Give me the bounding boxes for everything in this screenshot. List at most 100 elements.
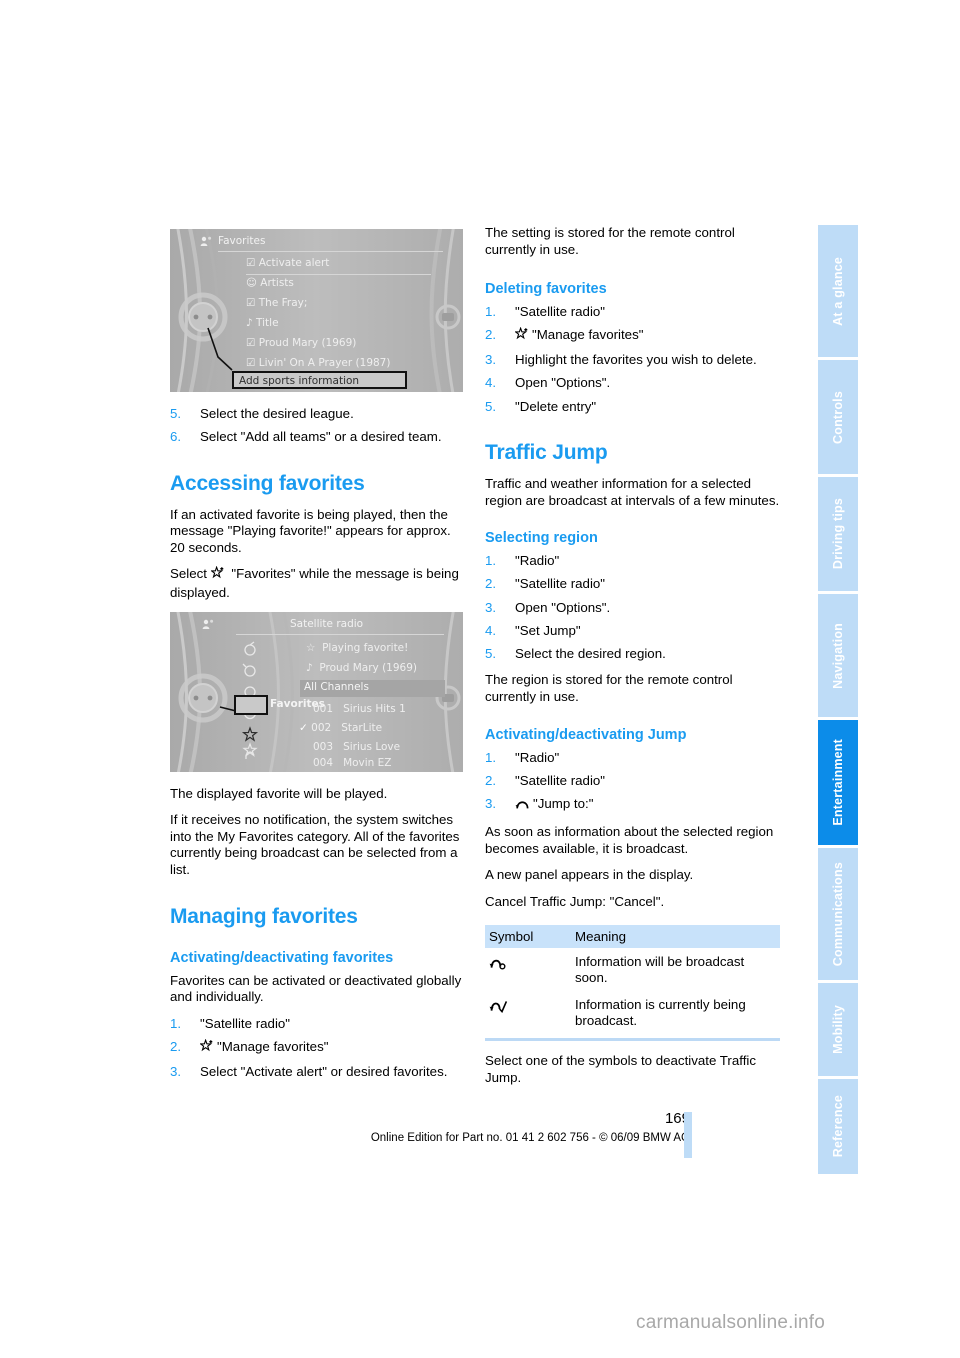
step-number: 2. [485,772,497,788]
paragraph: The displayed favorite will be played. [170,785,388,801]
footer-accent-bar [684,1112,692,1158]
step-number: 4. [485,375,497,391]
list-item: 4. "Set Jump" [485,623,780,640]
sidebar-tab-label: Communications [830,861,845,967]
paragraph-select-favorites: Select "Favorites" while the message is … [170,565,465,601]
list-item: 1. "Radio" [485,750,780,767]
subheading-activating-deactivating-favorites: Activating/deactivating favorites [170,949,394,966]
figure-row: ☆ Playing favorite! [306,641,409,654]
figure-row: ☑ Proud Mary (1969) [246,337,357,349]
sidebar-tab-mobility[interactable]: Mobility [818,983,858,1076]
list-item: 2. "Satellite radio" [485,773,780,790]
sidebar-tab-label: At a glance [830,256,845,326]
sidebar-tab-controls[interactable]: Controls [818,360,858,474]
sidebar-tab-label: Driving tips [830,498,845,570]
list-item: 5. Select the desired region. [485,646,780,663]
step-number: 2. [170,1038,182,1054]
table-row: Information will be broadcast soon. [485,948,780,991]
paragraph: The setting is stored for the remote con… [485,225,735,257]
figure-row: ♪ Title [246,317,279,329]
list-item: 4. Open "Options". [485,375,780,392]
list-item: 1. "Satellite radio" [485,304,780,321]
activating-jump-steps: 1. "Radio" 2. "Satellite radio" 3. "Jump to… [485,750,780,815]
table-header-row: Symbol Meaning [485,924,780,948]
sidebar-tab-navigation[interactable]: Navigation [818,594,858,717]
step-text: Select the desired league. [200,406,354,421]
divider [218,251,443,252]
jump-active-icon [489,1000,509,1016]
figure-satellite-radio-screen: Satellite radio Favorites ☆ Playing favo… [170,611,463,772]
cell-symbol [485,990,571,1042]
step-text: "Satellite radio" [515,304,606,320]
sidebar-tab-entertainment[interactable]: Entertainment [818,720,858,845]
step-text: "Set Jump" [515,622,581,638]
heading-accessing-favorites: Accessing favorites [170,471,365,495]
step-number: 5. [485,398,497,414]
step-text: Open "Options". [515,375,611,391]
edition-notice: Online Edition for Part no. 01 41 2 602 … [370,1132,690,1144]
heading-managing-favorites: Managing favorites [170,904,358,928]
list-item: 3. Highlight the favorites you wish to de… [485,352,780,369]
step-text: Highlight the favorites you wish to dele… [515,352,757,368]
person-group-icon [200,236,212,246]
sidebar-tab-at-a-glance[interactable]: At a glance [818,225,858,357]
sidebar-tab-communications[interactable]: Communications [818,848,858,980]
selecting-region-steps: 1. "Radio" 2. "Satellite radio" 3. Open "Op… [485,553,780,662]
managing-favorites-steps: 1. "Satellite radio" 2. "Manage favorites"… [170,1016,465,1081]
sidebar-tab-reference[interactable]: Reference [818,1079,858,1174]
cell-meaning: Information is currently being broadcast… [571,990,780,1042]
paragraph: The region is stored for the remote cont… [485,672,733,704]
list-item: 1. "Satellite radio" [170,1016,465,1033]
list-item: 6. Select "Add all teams" or a desired te… [170,429,465,446]
figure-channel-row: 003 Sirius Love [313,740,401,753]
list-item: 3. "Jump to:" [485,796,780,815]
paragraph: If it receives no notification, the syst… [170,812,460,878]
step-number: 2. [485,327,497,343]
chapter-tab-sidebar: At a glance Controls Driving tips Naviga… [818,225,858,1174]
figure-row: ☑ The Fray; [246,297,308,309]
sidebar-tab-label: Reference [830,1095,845,1158]
deleting-favorites-steps: 1. "Satellite radio" 2. "Manage favorites"… [485,304,780,415]
paragraph: Select one of the symbols to deactivate … [485,1053,757,1085]
sidebar-tab-driving-tips[interactable]: Driving tips [818,477,858,591]
step-text: "Delete entry" [515,398,597,414]
figure-highlighted-icon [234,694,268,715]
column-header-symbol: Symbol [485,924,571,948]
figure-highlighted-row: Add sports information [232,371,407,389]
paragraph: Traffic and weather information for a se… [485,476,780,508]
step-text: Select "Add all teams" or a desired team… [200,429,442,445]
paragraph: A new panel appears in the display. [485,867,694,883]
jump-arc-icon [515,796,531,815]
step-text: Select the desired region. [515,645,666,661]
sidebar-tab-label: Mobility [830,1005,845,1054]
column-header-meaning: Meaning [571,924,780,948]
step-text: "Satellite radio" [515,772,606,788]
step-number: 3. [485,795,497,811]
step-text: "Jump to:" [533,795,594,811]
step-text: "Manage favorites" [217,1038,329,1054]
paragraph: If an activated favorite is being played… [170,506,451,555]
list-item: 2. "Satellite radio" [485,576,780,593]
cell-symbol [485,948,571,991]
star-plus-icon [209,565,226,585]
star-plus-icon [514,326,530,346]
step-number: 1. [485,304,497,320]
step-text: "Radio" [515,749,560,765]
step-number: 1. [170,1015,182,1031]
figure-band-label: All Channels [304,680,369,693]
figure-screen-icon [200,236,213,250]
subheading-selecting-region: Selecting region [485,530,598,547]
step-text: "Manage favorites" [532,327,644,343]
subheading-deleting-favorites: Deleting favorites [485,281,607,298]
figure-favorites-screen: Favorites ☑ Activate alert ☺ Artists ☑ T… [170,229,463,392]
paragraph: Cancel Traffic Jump: "Cancel". [485,894,665,910]
sidebar-tab-label: Entertainment [830,739,845,826]
divider [236,633,444,635]
step-number: 3. [485,599,497,615]
jump-pending-icon [489,958,509,973]
list-item: 2. "Manage favorites" [170,1038,465,1058]
step-number: 1. [485,749,497,765]
step-number: 3. [485,352,497,368]
figure-row: ♪ Proud Mary (1969) [306,661,417,674]
list-item: 1. "Radio" [485,553,780,570]
